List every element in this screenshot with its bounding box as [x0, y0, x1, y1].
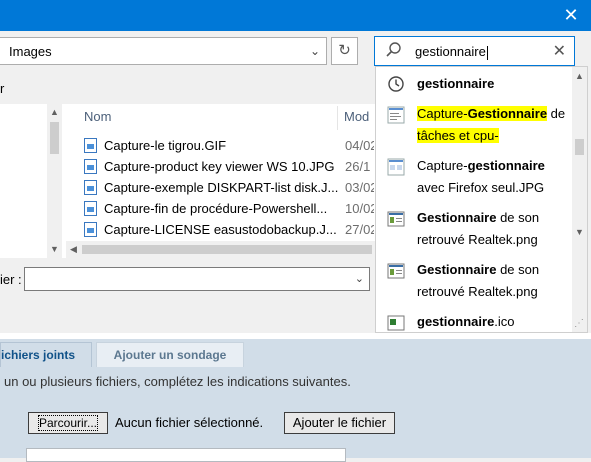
resize-grip-icon[interactable]: ⋰	[574, 318, 584, 329]
search-box[interactable]: gestionnaire ✕	[374, 36, 575, 66]
file-comment-field[interactable]	[26, 448, 346, 462]
file-row[interactable]: Capture-LICENSE easustodobackup.J... 27/…	[84, 220, 374, 241]
image-file-icon	[387, 158, 405, 176]
scroll-up-icon[interactable]: ▲	[575, 71, 584, 81]
image-file-icon	[387, 211, 405, 227]
suggestion-text: gestionnaire.ico	[417, 314, 515, 329]
image-file-icon	[84, 222, 97, 237]
scroll-thumb[interactable]	[82, 245, 372, 254]
image-file-icon	[387, 106, 405, 124]
file-name: Capture-LICENSE easustodobackup.J...	[104, 222, 337, 237]
filename-label: ier :	[0, 272, 22, 287]
refresh-button[interactable]: ↻	[331, 37, 358, 65]
search-icon	[386, 42, 401, 57]
toolbar-label: r	[0, 81, 5, 96]
dialog-titlebar: ✕	[0, 0, 591, 31]
nav-scrollbar[interactable]: ▲ ▼	[47, 104, 62, 258]
file-name: Capture-product key viewer WS 10.JPG	[104, 159, 335, 174]
file-date: 27/02	[345, 222, 374, 237]
file-name: Capture-fin de procédure-Powershell...	[104, 201, 328, 216]
scroll-up-icon[interactable]: ▲	[50, 107, 59, 117]
suggestion-item[interactable]: Gestionnaire de son retrouvé Realtek.png	[376, 207, 573, 253]
file-row[interactable]: Capture-fin de procédure-Powershell... 1…	[84, 199, 374, 220]
file-row[interactable]: Capture-product key viewer WS 10.JPG 26/…	[84, 157, 374, 178]
image-file-icon	[84, 180, 97, 195]
image-file-icon	[84, 159, 97, 174]
suggestion-history[interactable]: gestionnaire	[376, 73, 573, 97]
horizontal-scrollbar[interactable]: ◀	[66, 241, 375, 258]
history-icon	[388, 76, 404, 92]
column-separator	[337, 106, 338, 130]
column-header-modified[interactable]: Mod	[344, 109, 369, 124]
image-file-icon	[84, 138, 97, 153]
tab-add-poll[interactable]: Ajouter un sondage	[96, 342, 244, 367]
suggestion-item[interactable]: gestionnaire.ico	[376, 311, 573, 332]
suggestion-text: Gestionnaire de son retrouvé Realtek.png	[417, 210, 540, 247]
search-suggestions: gestionnaire Capture-Gestionnaire de tâch…	[375, 66, 588, 333]
image-file-icon	[84, 201, 97, 216]
scroll-thumb[interactable]	[50, 122, 59, 154]
suggestion-text: Capture-Gestionnaire de tâches et cpu-	[417, 106, 566, 143]
suggestion-text: Capture-gestionnaire avec Firefox seul.JP…	[417, 158, 545, 195]
no-file-selected-text: Aucun fichier sélectionné.	[115, 415, 264, 430]
suggestion-item[interactable]: Capture-gestionnaire avec Firefox seul.JP…	[376, 155, 573, 201]
chevron-down-icon[interactable]: ⌄	[355, 272, 364, 285]
suggestion-item[interactable]: Gestionnaire de son retrouvé Realtek.png	[376, 259, 573, 305]
file-date: 26/1	[345, 159, 371, 174]
suggestion-text: Gestionnaire de son retrouvé Realtek.png	[417, 262, 540, 299]
browse-button[interactable]: Parcourir...	[28, 412, 108, 434]
image-file-icon	[387, 263, 405, 279]
add-file-button[interactable]: Ajouter le fichier	[284, 412, 395, 434]
scroll-down-icon[interactable]: ▼	[575, 227, 584, 237]
clear-search-icon[interactable]: ✕	[553, 41, 566, 61]
column-header-name[interactable]: Nom	[84, 109, 111, 124]
suggestions-scrollbar[interactable]: ▲ ▼	[572, 67, 587, 332]
file-name: Capture-le tigrou.GIF	[104, 138, 227, 153]
file-row[interactable]: Capture-le tigrou.GIF 04/02	[84, 136, 374, 157]
close-icon[interactable]: ✕	[561, 5, 581, 25]
file-date: 04/02	[345, 138, 374, 153]
filename-input[interactable]: ⌄	[24, 267, 370, 291]
chevron-down-icon[interactable]: ⌄	[310, 44, 320, 58]
location-bar[interactable]: Images ⌄	[0, 37, 327, 65]
location-text: Images	[9, 44, 52, 59]
scroll-left-icon[interactable]: ◀	[70, 244, 77, 255]
attachment-instructions: un ou plusieurs fichiers, complétez les …	[4, 374, 351, 389]
image-file-icon	[387, 315, 405, 331]
suggestion-item[interactable]: Capture-Gestionnaire de tâches et cpu-	[376, 103, 573, 149]
tab-attachments[interactable]: ichiers joints	[0, 342, 92, 367]
file-name: Capture-exemple DISKPART-list disk.J...	[104, 180, 339, 195]
search-input[interactable]: gestionnaire	[415, 44, 488, 60]
file-row[interactable]: Capture-exemple DISKPART-list disk.J... …	[84, 178, 374, 199]
file-date: 03/02	[345, 180, 374, 195]
suggestion-text: gestionnaire	[417, 76, 495, 91]
scroll-thumb[interactable]	[575, 139, 584, 155]
scroll-down-icon[interactable]: ▼	[50, 244, 59, 254]
file-date: 10/02	[345, 201, 374, 216]
